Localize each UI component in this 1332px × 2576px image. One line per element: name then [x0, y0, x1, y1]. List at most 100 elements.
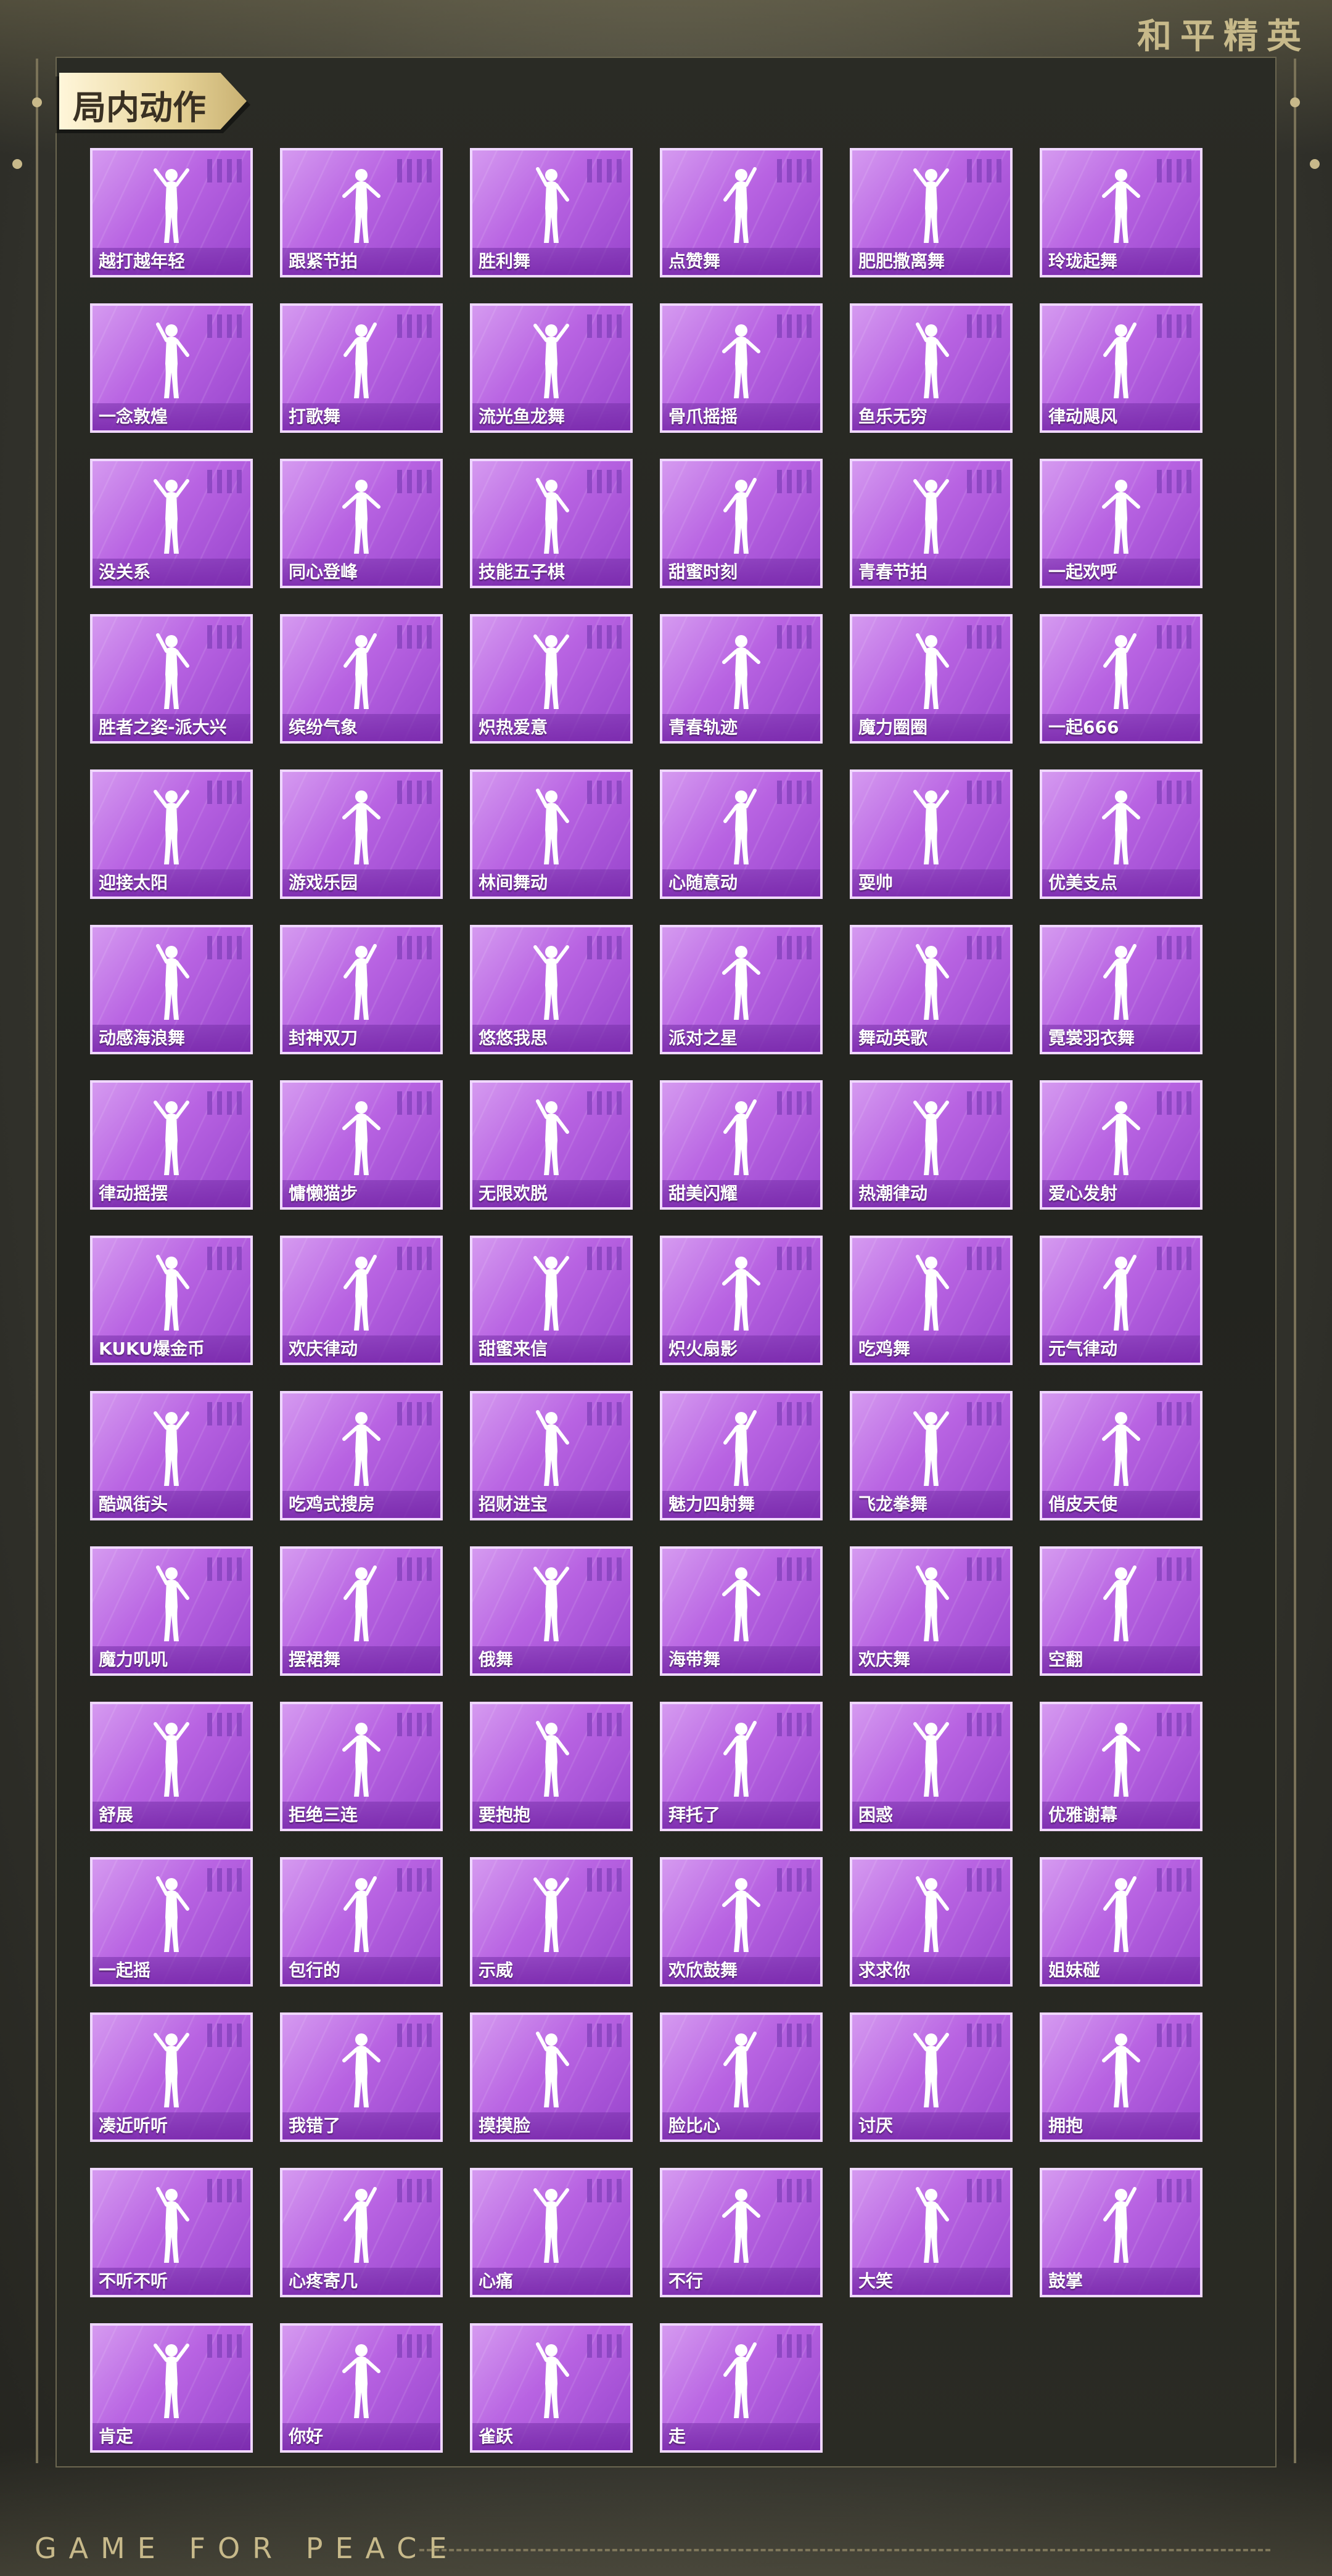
emote-card[interactable]: 要抱抱 [470, 1702, 633, 1831]
emote-card[interactable]: 欢庆舞 [850, 1546, 1013, 1676]
emote-card[interactable]: 欢欣鼓舞 [660, 1857, 823, 1987]
emote-card[interactable]: 舞动英歌 [850, 925, 1013, 1054]
emote-card[interactable]: 走 [660, 2323, 823, 2453]
emote-card[interactable]: 律动摇摆 [90, 1080, 253, 1210]
emote-card[interactable]: 肥肥撒离舞 [850, 148, 1013, 277]
emote-card[interactable]: 优雅谢幕 [1040, 1702, 1202, 1831]
dancer-figure-icon [154, 1411, 189, 1486]
emote-card[interactable]: 爱心发射 [1040, 1080, 1202, 1210]
rarity-bars-icon [397, 2334, 432, 2358]
emote-card[interactable]: 派对之星 [660, 925, 823, 1054]
emote-card[interactable]: 游戏乐园 [280, 769, 443, 899]
emote-card[interactable]: 动感海浪舞 [90, 925, 253, 1054]
emote-card[interactable]: 心疼寄几 [280, 2168, 443, 2297]
emote-card[interactable]: 飞龙拳舞 [850, 1391, 1013, 1520]
emote-card[interactable]: 越打越年轻 [90, 148, 253, 277]
emote-card[interactable]: 摆裙舞 [280, 1546, 443, 1676]
emote-label: 肯定 [99, 2426, 134, 2447]
emote-card[interactable]: 吃鸡式搜房 [280, 1391, 443, 1520]
emote-card[interactable]: 鱼乐无穷 [850, 303, 1013, 433]
emote-card[interactable]: 缤纷气象 [280, 614, 443, 744]
emote-card[interactable]: 玲珑起舞 [1040, 148, 1202, 277]
emote-card[interactable]: 悠悠我思 [470, 925, 633, 1054]
emote-card[interactable]: 招财进宝 [470, 1391, 633, 1520]
emote-card[interactable]: 迎接太阳 [90, 769, 253, 899]
emote-card[interactable]: 慵懒猫步 [280, 1080, 443, 1210]
emote-card[interactable]: 舒展 [90, 1702, 253, 1831]
rarity-bars-icon [1157, 1557, 1191, 1581]
emote-card[interactable]: 摸摸脸 [470, 2012, 633, 2142]
emote-card[interactable]: 空翻 [1040, 1546, 1202, 1676]
emote-card[interactable]: 一起666 [1040, 614, 1202, 744]
emote-card[interactable]: 不行 [660, 2168, 823, 2297]
emote-card[interactable]: 鼓掌 [1040, 2168, 1202, 2297]
emote-card[interactable]: 求求你 [850, 1857, 1013, 1987]
emote-card[interactable]: 优美支点 [1040, 769, 1202, 899]
emote-card[interactable]: 胜利舞 [470, 148, 633, 277]
emote-card[interactable]: 魔力叽叽 [90, 1546, 253, 1676]
emote-card[interactable]: 青春轨迹 [660, 614, 823, 744]
emote-card[interactable]: 不听不听 [90, 2168, 253, 2297]
emote-card[interactable]: 吃鸡舞 [850, 1236, 1013, 1365]
emote-card[interactable]: 炽热爱意 [470, 614, 633, 744]
emote-card[interactable]: 一起摇 [90, 1857, 253, 1987]
emote-card[interactable]: 心随意动 [660, 769, 823, 899]
emote-card[interactable]: 耍帅 [850, 769, 1013, 899]
emote-card[interactable]: 炽火扇影 [660, 1236, 823, 1365]
emote-card[interactable]: 魔力圈圈 [850, 614, 1013, 744]
emote-card[interactable]: 海带舞 [660, 1546, 823, 1676]
dancer-figure-icon [916, 944, 949, 1020]
emote-card[interactable]: 拒绝三连 [280, 1702, 443, 1831]
emote-card[interactable]: 甜蜜来信 [470, 1236, 633, 1365]
emote-card[interactable]: 讨厌 [850, 2012, 1013, 2142]
emote-label: 鱼乐无穷 [858, 406, 928, 427]
emote-card[interactable]: 我错了 [280, 2012, 443, 2142]
emote-card[interactable]: 流光鱼龙舞 [470, 303, 633, 433]
emote-card[interactable]: 没关系 [90, 459, 253, 588]
emote-card[interactable]: 雀跃 [470, 2323, 633, 2453]
emote-label: 心随意动 [668, 872, 738, 893]
emote-card[interactable]: 凑近听听 [90, 2012, 253, 2142]
emote-card[interactable]: 打歌舞 [280, 303, 443, 433]
emote-card[interactable]: 甜蜜时刻 [660, 459, 823, 588]
emote-card[interactable]: 肯定 [90, 2323, 253, 2453]
emote-card[interactable]: 同心登峰 [280, 459, 443, 588]
emote-card[interactable]: 姐妹碰 [1040, 1857, 1202, 1987]
emote-card[interactable]: KUKU爆金币 [90, 1236, 253, 1365]
emote-card[interactable]: 无限欢脱 [470, 1080, 633, 1210]
emote-label: 舞动英歌 [858, 1028, 928, 1048]
emote-card[interactable]: 大笑 [850, 2168, 1013, 2297]
emote-card[interactable]: 霓裳羽衣舞 [1040, 925, 1202, 1054]
emote-card[interactable]: 一起欢呼 [1040, 459, 1202, 588]
emote-card[interactable]: 俄舞 [470, 1546, 633, 1676]
emote-label: 爱心发射 [1048, 1183, 1118, 1204]
emote-card[interactable]: 跟紧节拍 [280, 148, 443, 277]
emote-card[interactable]: 封神双刀 [280, 925, 443, 1054]
emote-card[interactable]: 你好 [280, 2323, 443, 2453]
emote-card[interactable]: 青春节拍 [850, 459, 1013, 588]
emote-card[interactable]: 包行的 [280, 1857, 443, 1987]
emote-card[interactable]: 律动飓风 [1040, 303, 1202, 433]
emote-card[interactable]: 技能五子棋 [470, 459, 633, 588]
emote-card[interactable]: 热潮律动 [850, 1080, 1013, 1210]
emote-card[interactable]: 欢庆律动 [280, 1236, 443, 1365]
emote-card[interactable]: 拥抱 [1040, 2012, 1202, 2142]
emote-card[interactable]: 酷飒街头 [90, 1391, 253, 1520]
emote-card[interactable]: 心痛 [470, 2168, 633, 2297]
emote-card[interactable]: 甜美闪耀 [660, 1080, 823, 1210]
emote-card[interactable]: 骨爪摇摇 [660, 303, 823, 433]
emote-card[interactable]: 元气律动 [1040, 1236, 1202, 1365]
emote-card[interactable]: 俏皮天使 [1040, 1391, 1202, 1520]
emote-card[interactable]: 一念敦煌 [90, 303, 253, 433]
emote-card[interactable]: 脸比心 [660, 2012, 823, 2142]
emote-card[interactable]: 困惑 [850, 1702, 1013, 1831]
emote-card[interactable]: 点赞舞 [660, 148, 823, 277]
dancer-figure-icon [154, 168, 189, 243]
rarity-bars-icon [1157, 470, 1191, 493]
emote-label: 俄舞 [479, 1649, 514, 1670]
emote-card[interactable]: 胜者之姿-派大兴 [90, 614, 253, 744]
emote-card[interactable]: 魅力四射舞 [660, 1391, 823, 1520]
emote-card[interactable]: 示威 [470, 1857, 633, 1987]
emote-card[interactable]: 林间舞动 [470, 769, 633, 899]
emote-card[interactable]: 拜托了 [660, 1702, 823, 1831]
